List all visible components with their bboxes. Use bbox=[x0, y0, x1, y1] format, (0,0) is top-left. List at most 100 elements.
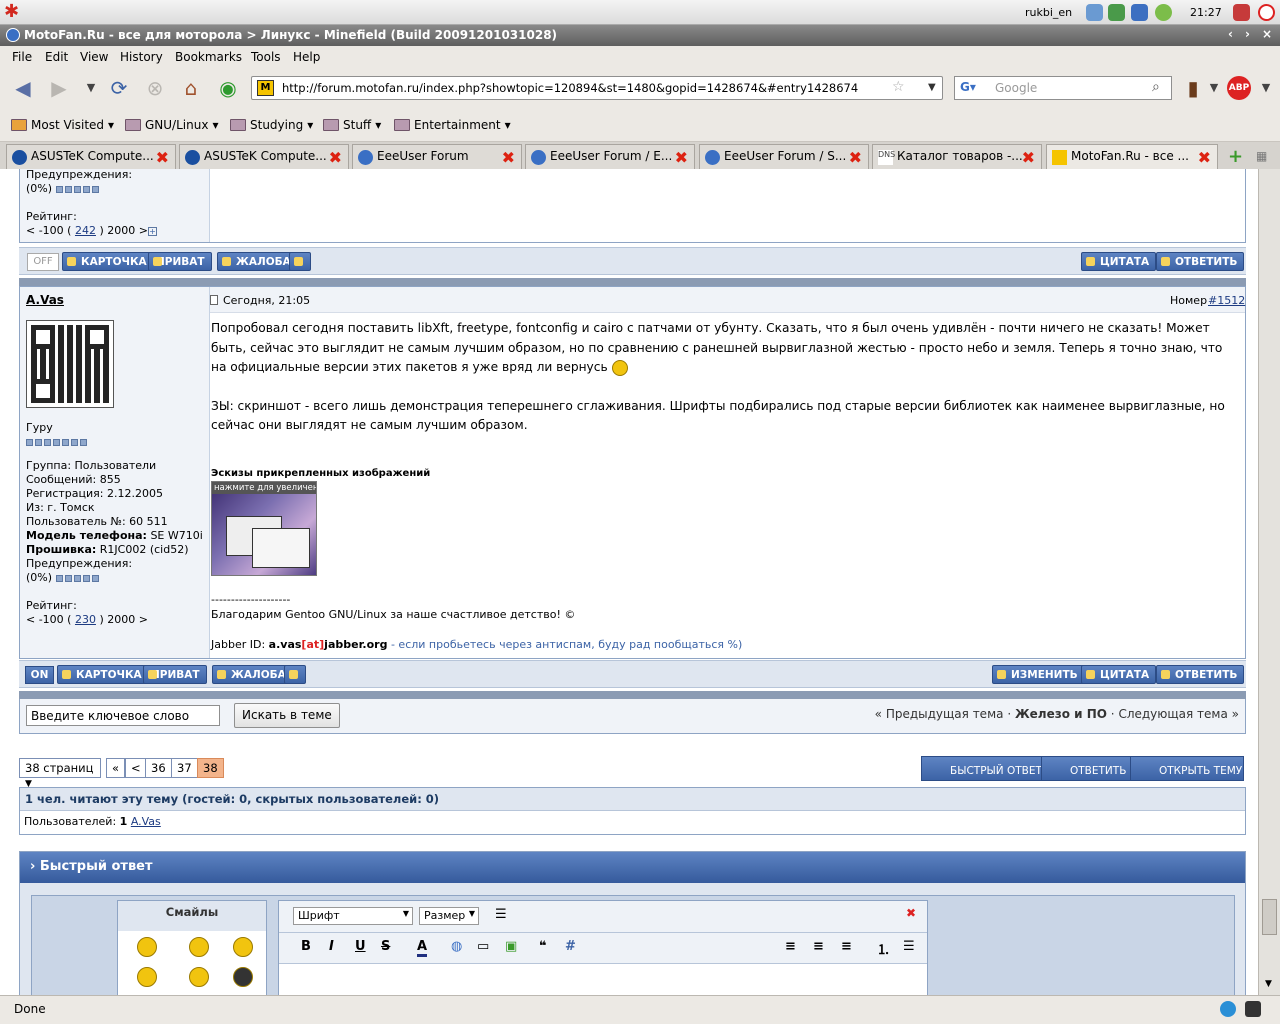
tab-motofan[interactable]: MotoFan.Ru - все ... ✖ bbox=[1046, 144, 1218, 169]
history-dropdown-icon[interactable]: ▼ bbox=[78, 76, 104, 102]
indent-icon[interactable]: ☰ bbox=[495, 907, 507, 922]
quote-button[interactable]: ЦИТАТА bbox=[1081, 252, 1157, 271]
update-icon[interactable] bbox=[1155, 4, 1172, 21]
forward-icon[interactable]: ▶ bbox=[46, 76, 72, 102]
bookmark-most-visited[interactable]: Most Visited ▾ bbox=[11, 118, 114, 132]
search-icon[interactable]: ⌕ bbox=[1152, 79, 1160, 95]
size-select[interactable]: Размер ▼ bbox=[419, 907, 479, 925]
quote-icon[interactable]: ❝ bbox=[539, 939, 547, 954]
search-bar[interactable]: G▾ Google ⌕ bbox=[954, 76, 1172, 100]
complain-button[interactable]: ЖАЛОБА bbox=[217, 252, 298, 271]
smile-smiley-icon[interactable] bbox=[189, 937, 209, 957]
tab-close-icon[interactable]: ✖ bbox=[502, 148, 515, 167]
page-37[interactable]: 37 bbox=[171, 758, 198, 778]
reply-button[interactable]: ОТВЕТИТЬ bbox=[1156, 665, 1245, 684]
bookmark-star-icon[interactable]: ☆ bbox=[892, 79, 905, 95]
menu-help[interactable]: Help bbox=[293, 50, 320, 64]
page-36[interactable]: 36 bbox=[145, 758, 172, 778]
pages-select[interactable]: 38 страниц ▼ bbox=[19, 758, 101, 789]
menu-tools[interactable]: Tools bbox=[251, 50, 281, 64]
tab-close-icon[interactable]: ✖ bbox=[156, 148, 169, 167]
scroll-up-button[interactable] bbox=[284, 665, 306, 684]
skype-icon[interactable] bbox=[1220, 1001, 1236, 1017]
tab-dns-catalog[interactable]: DNS Каталог товаров -... ✖ bbox=[872, 144, 1042, 169]
tab-close-icon[interactable]: ✖ bbox=[329, 148, 342, 167]
download-icon[interactable] bbox=[1108, 4, 1125, 21]
url-dropdown-icon[interactable]: ▼ bbox=[928, 82, 936, 93]
tab-list-icon[interactable]: ▦ bbox=[1256, 149, 1267, 163]
close-button[interactable]: × bbox=[1262, 27, 1272, 41]
align-left-icon[interactable]: ≡ bbox=[785, 939, 796, 954]
align-center-icon[interactable]: ≡ bbox=[813, 939, 824, 954]
author-name[interactable]: A.Vas bbox=[26, 293, 64, 307]
menu-file[interactable]: File bbox=[12, 50, 32, 64]
close-editor-icon[interactable]: ✖ bbox=[906, 906, 916, 920]
adblock-dropdown-icon[interactable]: ▼ bbox=[1253, 76, 1279, 102]
clock[interactable]: 21:27 bbox=[1190, 6, 1222, 19]
quick-reply-header[interactable]: › Быстрый ответ bbox=[20, 852, 1245, 883]
bookmark-folder-entertainment[interactable]: Entertainment ▾ bbox=[394, 118, 511, 132]
unordered-list-icon[interactable]: ☰ bbox=[903, 939, 915, 954]
tab-close-icon[interactable]: ✖ bbox=[849, 148, 862, 167]
bold-icon[interactable]: B bbox=[301, 939, 311, 954]
bookmark-folder-studying[interactable]: Studying ▾ bbox=[230, 118, 313, 132]
page-first[interactable]: « bbox=[106, 758, 126, 778]
adblock-icon[interactable]: ABP bbox=[1227, 76, 1251, 100]
quick-reply-button[interactable]: БЫСТРЫЙ ОТВЕТ bbox=[921, 756, 1049, 781]
rating-plus-icon[interactable]: + bbox=[147, 227, 157, 236]
tab-close-icon[interactable]: ✖ bbox=[1022, 148, 1035, 167]
font-select[interactable]: Шрифт ▼ bbox=[293, 907, 413, 925]
font-color-icon[interactable]: A bbox=[417, 939, 428, 957]
home-icon[interactable]: ⌂ bbox=[178, 76, 204, 102]
tab-close-icon[interactable]: ✖ bbox=[1198, 148, 1211, 167]
tab-eeeuser-forum-s[interactable]: EeeUser Forum / S... ✖ bbox=[699, 144, 869, 169]
tab-asus-2[interactable]: ASUSTeK Compute... ✖ bbox=[179, 144, 349, 169]
scrollbar-thumb[interactable] bbox=[1262, 899, 1277, 935]
card-button[interactable]: КАРТОЧКА bbox=[57, 665, 149, 684]
stop-icon[interactable]: ⊗ bbox=[142, 76, 168, 102]
happy-smiley-icon[interactable] bbox=[233, 937, 253, 957]
back-icon[interactable]: ◀ bbox=[10, 76, 36, 102]
reload-icon[interactable]: ⟳ bbox=[106, 76, 132, 102]
editor-textarea[interactable] bbox=[279, 963, 927, 995]
reader-user-link[interactable]: A.Vas bbox=[131, 815, 161, 828]
prev-topic-link[interactable]: « Предыдущая тема bbox=[875, 707, 1004, 721]
google-icon[interactable]: G▾ bbox=[960, 80, 976, 94]
logout-icon[interactable] bbox=[1233, 4, 1250, 21]
status-addon-icon[interactable] bbox=[1245, 1001, 1261, 1017]
cool-smiley-icon[interactable] bbox=[233, 967, 253, 987]
tab-eeeuser-forum-e[interactable]: EeeUser Forum / E... ✖ bbox=[525, 144, 695, 169]
italic-icon[interactable]: I bbox=[329, 939, 334, 954]
email-icon[interactable]: ▭ bbox=[477, 939, 489, 954]
complain-button[interactable]: ЖАЛОБА bbox=[212, 665, 293, 684]
private-button[interactable]: ПРИВАТ bbox=[143, 665, 207, 684]
scroll-up-button[interactable] bbox=[289, 252, 311, 271]
card-button[interactable]: КАРТОЧКА bbox=[62, 252, 154, 271]
rating-link[interactable]: 242 bbox=[75, 224, 96, 237]
align-right-icon[interactable]: ≡ bbox=[841, 939, 852, 954]
minimize-button[interactable]: ‹ bbox=[1228, 27, 1233, 41]
avatar[interactable] bbox=[26, 320, 114, 408]
scroll-down-icon[interactable]: ▼ bbox=[1265, 979, 1272, 989]
bookmarks-dropdown-icon[interactable]: ▼ bbox=[1201, 76, 1227, 102]
reply-button[interactable]: ОТВЕТИТЬ bbox=[1156, 252, 1245, 271]
topic-search-button[interactable]: Искать в теме bbox=[234, 703, 340, 728]
url-text[interactable]: http://forum.motofan.ru/index.php?showto… bbox=[282, 81, 858, 95]
private-button[interactable]: ПРИВАТ bbox=[148, 252, 212, 271]
attachment-thumbnail[interactable]: нажмите для увеличения bbox=[211, 481, 317, 576]
addon-icon[interactable]: ◉ bbox=[215, 76, 241, 102]
tab-close-icon[interactable]: ✖ bbox=[675, 148, 688, 167]
network-icon[interactable] bbox=[1086, 4, 1103, 21]
reply-topic-button[interactable]: ОТВЕТИТЬ bbox=[1041, 756, 1134, 781]
forum-name[interactable]: Железо и ПО bbox=[1015, 707, 1107, 721]
power-icon[interactable] bbox=[1258, 4, 1275, 21]
app-menu-icon[interactable]: ✱ bbox=[4, 3, 22, 21]
sad-smiley-icon[interactable] bbox=[137, 937, 157, 957]
window-titlebar[interactable]: MotoFan.Ru - все для моторола > Линукс -… bbox=[0, 25, 1280, 46]
next-topic-link[interactable]: Следующая тема » bbox=[1118, 707, 1239, 721]
laugh-smiley-icon[interactable] bbox=[189, 967, 209, 987]
page-scrollbar[interactable]: ▼ bbox=[1258, 169, 1280, 995]
underline-icon[interactable]: U bbox=[355, 939, 366, 954]
tab-eeeuser-forum[interactable]: EeeUser Forum ✖ bbox=[352, 144, 522, 169]
menu-bookmarks[interactable]: Bookmarks bbox=[175, 50, 242, 64]
